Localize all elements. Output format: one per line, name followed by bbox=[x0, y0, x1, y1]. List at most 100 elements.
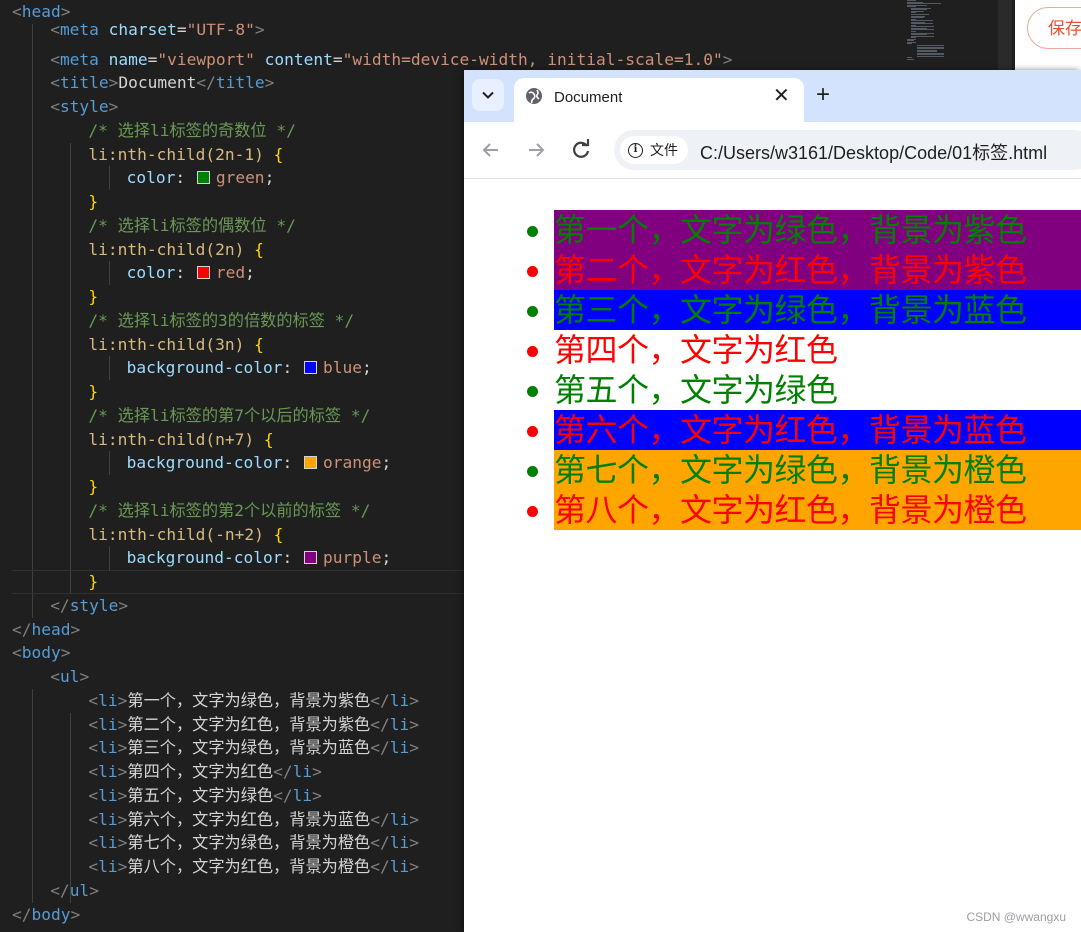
code-line[interactable]: <li>第二个，文字为红色，背景为紫色</li> bbox=[88, 713, 419, 737]
code-line[interactable]: <li>第四个，文字为红色</li> bbox=[88, 760, 321, 784]
color-swatch[interactable] bbox=[304, 361, 318, 375]
code-line[interactable]: </style> bbox=[50, 594, 128, 618]
site-info-chip[interactable]: i 文件 bbox=[620, 136, 688, 164]
code-token: > bbox=[117, 762, 128, 781]
code-token: > bbox=[409, 714, 419, 734]
code-token: </ bbox=[370, 690, 390, 710]
code-line[interactable]: } bbox=[88, 570, 98, 594]
code-line[interactable]: <body> bbox=[12, 641, 70, 665]
code-line[interactable]: <li>第一个，文字为绿色，背景为紫色</li> bbox=[88, 689, 419, 713]
code-token: > bbox=[254, 19, 265, 39]
code-line[interactable]: color: green; bbox=[127, 166, 275, 190]
reload-icon[interactable] bbox=[567, 136, 595, 164]
tab-document[interactable]: Document ✕ bbox=[514, 78, 804, 122]
code-token: 第五个，文字为绿色 bbox=[127, 785, 274, 805]
code-line[interactable]: li:nth-child(2n) { bbox=[88, 238, 263, 262]
save-button[interactable]: 保存 bbox=[1027, 7, 1081, 49]
list-item-text: 第四个，文字为红色 bbox=[554, 331, 838, 369]
code-line[interactable]: <li>第七个，文字为绿色，背景为橙色</li> bbox=[88, 831, 419, 855]
code-token: > bbox=[70, 904, 81, 924]
code-line[interactable]: li:nth-child(3n) { bbox=[88, 333, 263, 357]
code-line[interactable]: /* 选择li标签的第7个以后的标签 */ bbox=[88, 404, 370, 428]
minimap[interactable] bbox=[905, 0, 953, 62]
code-line[interactable]: <li>第三个，文字为绿色，背景为蓝色</li> bbox=[88, 736, 419, 760]
code-line[interactable]: /* 选择li标签的偶数位 */ bbox=[88, 214, 295, 238]
code-token: li bbox=[292, 762, 313, 781]
close-icon[interactable]: ✕ bbox=[773, 84, 790, 108]
code-line[interactable]: <ul> bbox=[50, 665, 89, 689]
code-token: green bbox=[215, 168, 265, 188]
code-line[interactable]: </head> bbox=[12, 618, 80, 642]
code-line[interactable]: <meta charset="UTF-8"> bbox=[50, 19, 265, 42]
list-item-text: 第一个，文字为绿色，背景为紫色 bbox=[554, 211, 1027, 249]
code-line[interactable]: </body> bbox=[12, 903, 80, 927]
code-line[interactable]: <meta name="viewport" content="width=dev… bbox=[50, 48, 732, 72]
code-line[interactable]: } bbox=[88, 285, 98, 309]
list-item: 第三个，文字为绿色，背景为蓝色 bbox=[527, 290, 1081, 330]
code-line[interactable]: <li>第五个，文字为绿色</li> bbox=[88, 784, 321, 808]
code-token: title bbox=[59, 73, 109, 93]
url-text[interactable]: C:/Users/w3161/Desktop/Code/01标签.html bbox=[700, 139, 1047, 165]
code-line[interactable]: </ul> bbox=[50, 879, 99, 903]
code-token: < bbox=[50, 667, 60, 686]
color-swatch[interactable] bbox=[304, 456, 318, 470]
code-token: li bbox=[389, 857, 410, 876]
address-bar[interactable]: i 文件 C:/Users/w3161/Desktop/Code/01标签.ht… bbox=[614, 130, 1081, 170]
minimap-line bbox=[917, 55, 944, 57]
code-token: { bbox=[254, 334, 264, 354]
code-line[interactable]: <li>第六个，文字为红色，背景为蓝色</li> bbox=[88, 808, 419, 832]
code-token: red bbox=[215, 263, 246, 283]
code-token: background-color bbox=[126, 358, 283, 378]
code-token: li bbox=[98, 738, 118, 758]
list-item-text: 第六个，文字为红色，背景为蓝色 bbox=[554, 411, 1027, 449]
code-line[interactable]: color: red; bbox=[127, 261, 255, 285]
code-line[interactable]: <style> bbox=[50, 95, 118, 119]
browser-window: Document ✕ + i 文件 C:/Users/w3161/Desktop… bbox=[464, 70, 1081, 932]
code-line[interactable]: <title>Document</title> bbox=[50, 71, 274, 95]
code-line[interactable]: <head> bbox=[12, 0, 70, 24]
code-token: < bbox=[50, 97, 60, 116]
code-token: > bbox=[79, 667, 90, 686]
code-token: > bbox=[409, 738, 419, 758]
code-token: 第四个，文字为红色 bbox=[127, 762, 274, 781]
tab-search-button[interactable] bbox=[472, 79, 504, 111]
code-token: : bbox=[175, 263, 195, 283]
editor-scrollbar[interactable] bbox=[998, 0, 1012, 70]
code-line[interactable]: background-color: orange; bbox=[127, 451, 392, 475]
code-line[interactable]: li:nth-child(n+7) { bbox=[88, 428, 273, 452]
code-line[interactable]: <li>第八个，文字为红色，背景为橙色</li> bbox=[88, 855, 419, 879]
code-line[interactable]: /* 选择li标签的奇数位 */ bbox=[88, 119, 295, 143]
code-line[interactable]: /* 选择li标签的3的倍数的标签 */ bbox=[88, 309, 354, 333]
code-token: li:nth-child(2n) bbox=[88, 239, 245, 259]
code-line[interactable]: li:nth-child(-n+2) { bbox=[88, 523, 283, 547]
code-line[interactable]: background-color: blue; bbox=[127, 356, 372, 380]
code-token: > bbox=[89, 880, 99, 900]
code-token: li bbox=[98, 809, 118, 829]
code-line[interactable]: } bbox=[88, 380, 98, 404]
code-token: </ bbox=[370, 738, 390, 758]
code-line[interactable]: } bbox=[88, 190, 98, 214]
minimap-line bbox=[907, 58, 915, 60]
code-line[interactable]: /* 选择li标签的第2个以前的标签 */ bbox=[88, 499, 370, 523]
code-line[interactable]: } bbox=[88, 475, 98, 499]
list-item: 第七个，文字为绿色，背景为橙色 bbox=[527, 450, 1081, 490]
color-swatch[interactable] bbox=[304, 551, 318, 565]
code-line[interactable]: li:nth-child(2n-1) { bbox=[88, 143, 283, 167]
code-line[interactable]: background-color: purple; bbox=[127, 546, 392, 570]
globe-icon bbox=[526, 88, 542, 104]
forward-arrow-icon[interactable] bbox=[522, 136, 550, 164]
code-token: ul bbox=[69, 880, 90, 900]
new-tab-button[interactable]: + bbox=[816, 82, 830, 108]
code-token: > bbox=[409, 833, 419, 853]
indent-guide bbox=[108, 261, 110, 285]
code-token: color bbox=[126, 263, 176, 283]
back-arrow-icon[interactable] bbox=[477, 136, 505, 164]
code-token: > bbox=[312, 762, 322, 781]
color-swatch[interactable] bbox=[196, 266, 210, 280]
color-swatch[interactable] bbox=[196, 171, 210, 185]
code-token: /* 选择li标签的第2个以前的标签 */ bbox=[88, 500, 371, 520]
